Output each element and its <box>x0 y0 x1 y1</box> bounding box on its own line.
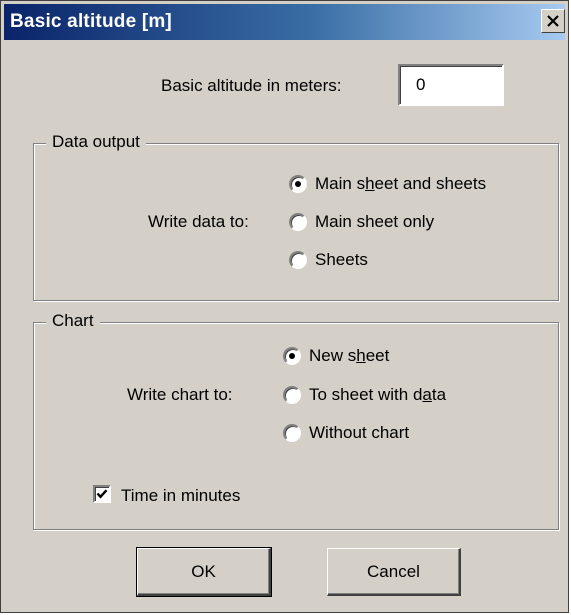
chart-legend: Chart <box>46 311 100 331</box>
radio-label-to-sheet-with-data: To sheet with data <box>309 385 447 404</box>
cancel-button[interactable]: Cancel <box>327 548 461 596</box>
radio-button[interactable] <box>283 386 301 404</box>
data-output-legend: Data output <box>46 132 146 152</box>
dialog-window: Basic altitude [m] Basic altitude in met… <box>0 0 569 613</box>
radio-label-sheets: Sheets <box>315 250 368 269</box>
time-in-minutes-label: Time in minutes <box>121 486 241 505</box>
altitude-label: Basic altitude in meters: <box>161 76 342 95</box>
title-bar[interactable]: Basic altitude [m] <box>4 4 565 40</box>
ok-button[interactable]: OK <box>136 547 272 597</box>
radio-button[interactable] <box>283 347 301 365</box>
time-in-minutes-checkbox[interactable] <box>93 485 111 503</box>
write-data-label: Write data to: <box>148 212 249 231</box>
altitude-input[interactable]: 0 <box>398 64 504 106</box>
radio-label-without-chart: Without chart <box>309 423 410 442</box>
checkmark-icon <box>96 489 108 499</box>
radio-button[interactable] <box>289 213 307 231</box>
close-button[interactable] <box>541 9 565 33</box>
close-icon <box>547 15 559 27</box>
radio-label-main-only: Main sheet only <box>315 212 435 231</box>
radio-label-new-sheet: New sheet <box>309 346 390 365</box>
radio-selected-dot <box>289 353 295 359</box>
radio-button[interactable] <box>289 251 307 269</box>
radio-label-main-and-sheets: Main sheet and sheets <box>315 174 487 193</box>
window-title: Basic altitude [m] <box>10 11 172 32</box>
radio-button[interactable] <box>289 175 307 193</box>
write-chart-label: Write chart to: <box>127 385 233 404</box>
radio-button[interactable] <box>283 424 301 442</box>
radio-selected-dot <box>295 181 301 187</box>
